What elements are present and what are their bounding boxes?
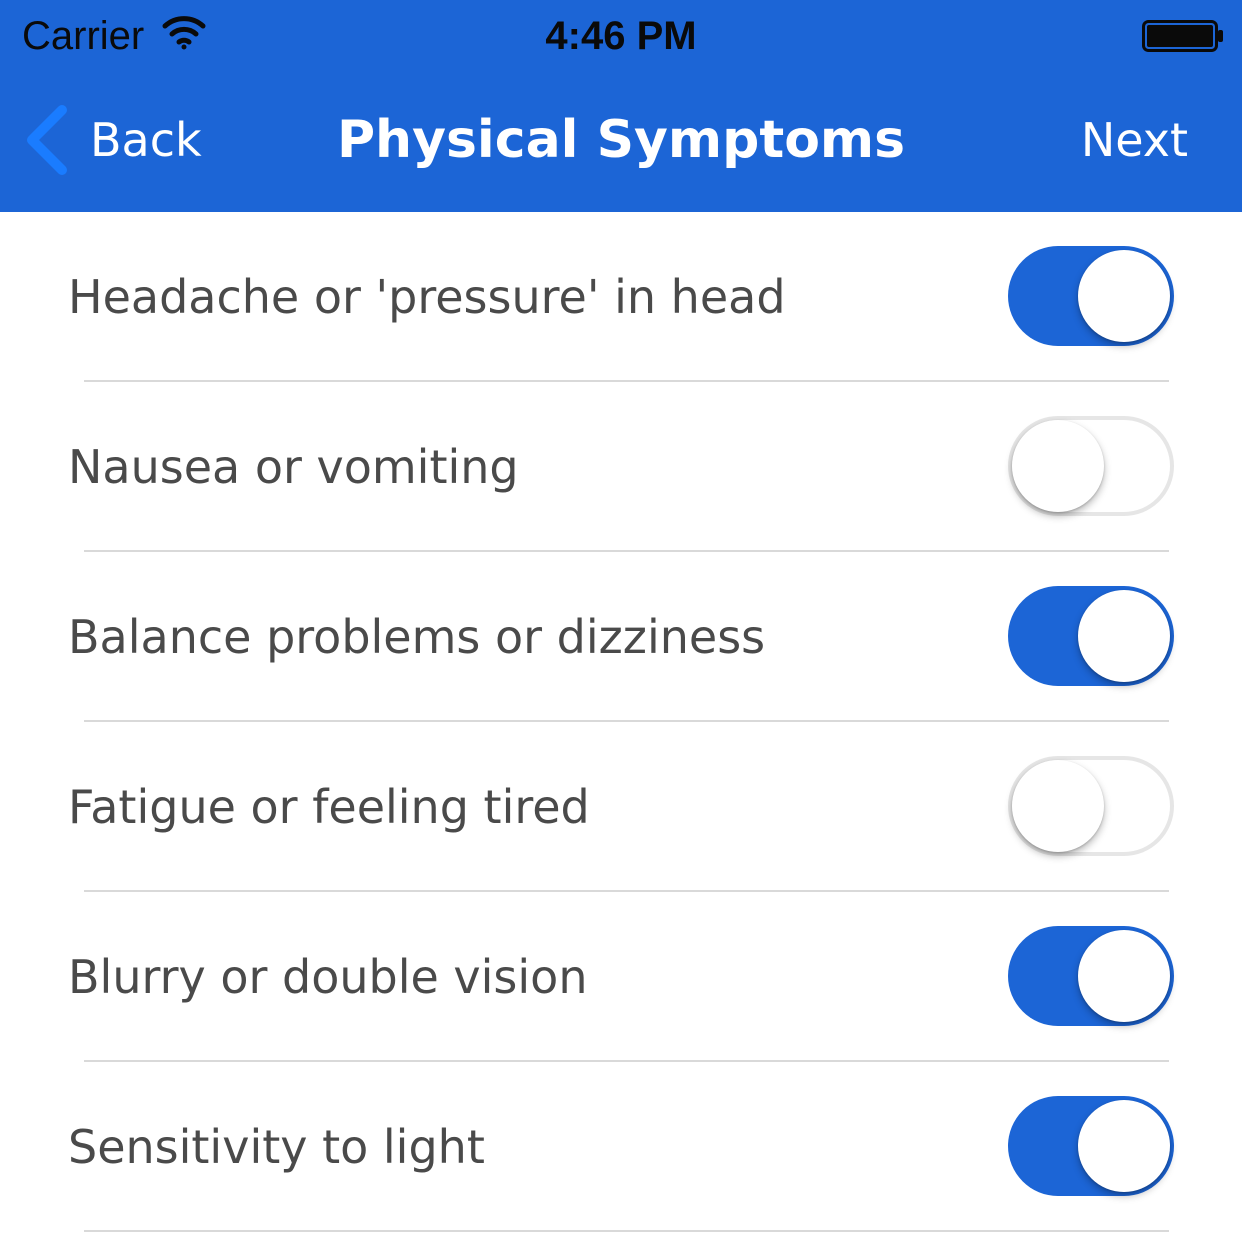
list-item: Blurry or double vision	[0, 892, 1242, 1062]
toggle-knob	[1012, 760, 1104, 852]
status-time: 4:46 PM	[545, 14, 697, 58]
toggle-knob	[1078, 250, 1170, 342]
symptom-label: Sensitivity to light	[68, 1120, 485, 1174]
back-label: Back	[90, 113, 202, 167]
list-item: Fatigue or feeling tired	[0, 722, 1242, 892]
symptom-label: Fatigue or feeling tired	[68, 780, 590, 834]
symptom-label: Headache or 'pressure' in head	[68, 270, 786, 324]
list-item: Headache or 'pressure' in head	[0, 212, 1242, 382]
symptom-label: Blurry or double vision	[68, 950, 588, 1004]
symptom-toggle[interactable]	[1008, 756, 1174, 856]
symptom-label: Nausea or vomiting	[68, 440, 519, 494]
top-bar: Carrier 4:46 PM Back Physical Symptoms N…	[0, 0, 1242, 212]
divider	[84, 1230, 1169, 1232]
screen: Carrier 4:46 PM Back Physical Symptoms N…	[0, 0, 1242, 1242]
list-item: Sensitivity to light	[0, 1062, 1242, 1232]
symptom-toggle[interactable]	[1008, 416, 1174, 516]
symptom-toggle[interactable]	[1008, 1096, 1174, 1196]
toggle-knob	[1078, 590, 1170, 682]
chevron-left-icon	[27, 105, 67, 175]
toggle-knob	[1012, 420, 1104, 512]
list-item: Balance problems or dizziness	[0, 552, 1242, 722]
back-button[interactable]: Back	[22, 100, 202, 180]
battery-icon	[1142, 20, 1223, 52]
toggle-knob	[1078, 930, 1170, 1022]
toggle-knob	[1078, 1100, 1170, 1192]
symptom-toggle[interactable]	[1008, 246, 1174, 346]
symptom-label: Balance problems or dizziness	[68, 610, 766, 664]
list-item: Nausea or vomiting	[0, 382, 1242, 552]
symptom-toggle[interactable]	[1008, 926, 1174, 1026]
symptom-toggle[interactable]	[1008, 586, 1174, 686]
next-button[interactable]: Next	[1081, 100, 1188, 180]
symptom-list: Headache or 'pressure' in head Nausea or…	[0, 212, 1242, 1232]
